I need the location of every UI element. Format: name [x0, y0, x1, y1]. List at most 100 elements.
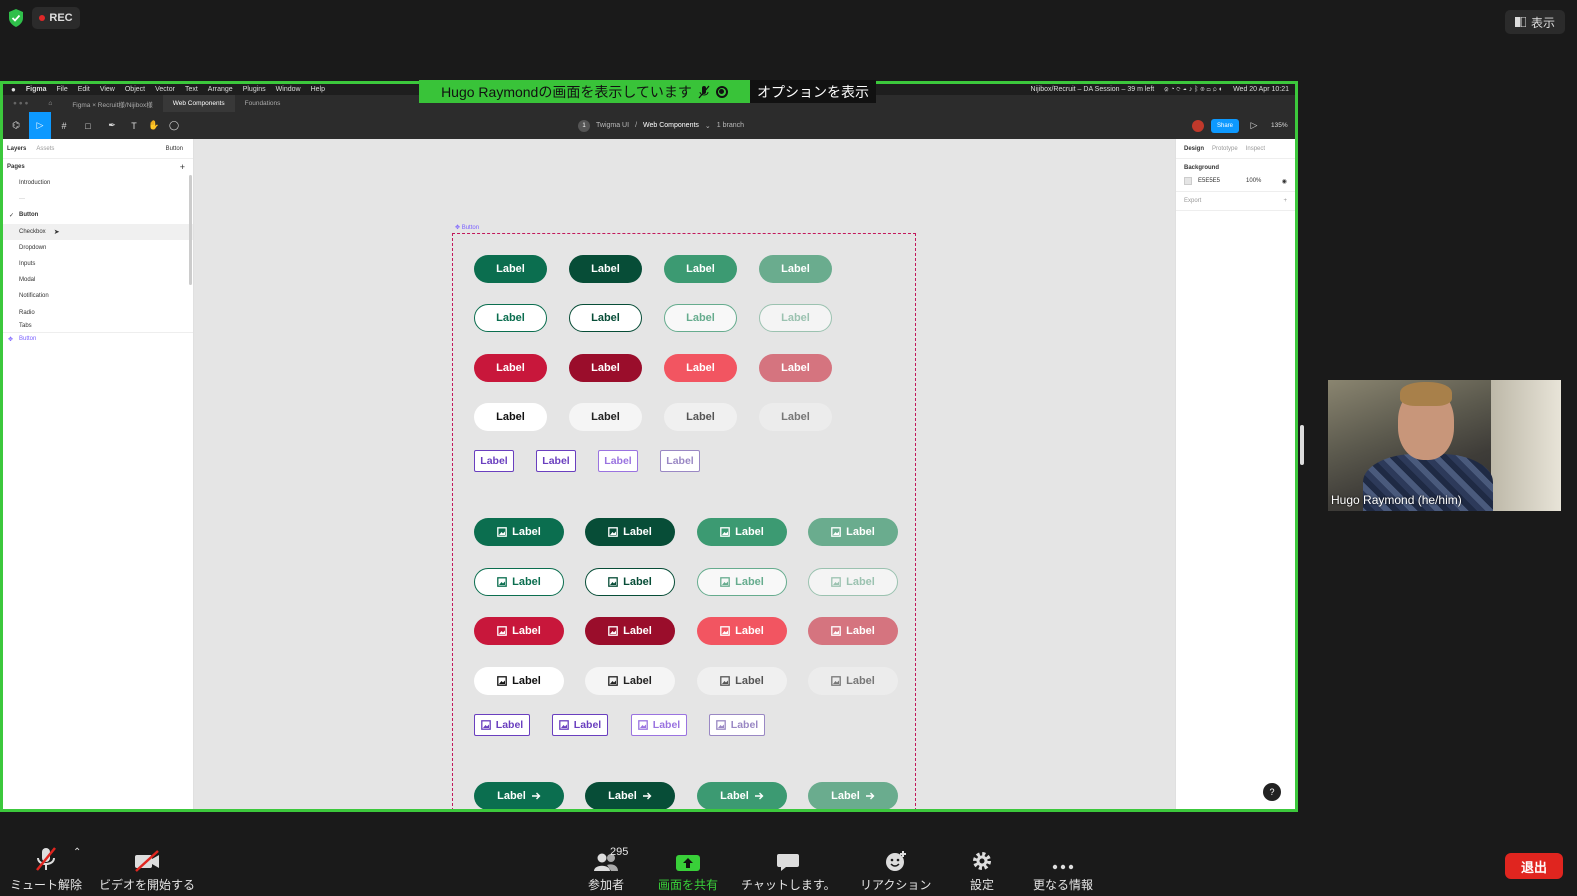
button-outline-green[interactable]: Label [664, 304, 737, 332]
button-solid-green[interactable]: Label [759, 255, 832, 283]
button-icon-solid-green[interactable]: Label [585, 518, 675, 546]
button-arrow-solid-green[interactable]: Label [474, 782, 564, 809]
button-arrow-solid-green[interactable]: Label [808, 782, 898, 809]
tab-assets[interactable]: Assets [36, 146, 54, 152]
menu-edit[interactable]: Edit [78, 86, 90, 93]
tab-prototype[interactable]: Prototype [1212, 146, 1238, 152]
menu-object[interactable]: Object [125, 86, 145, 93]
page-dropdown[interactable]: Dropdown [3, 240, 193, 256]
menu-plugins[interactable]: Plugins [243, 86, 266, 93]
button-icon-solid-green[interactable]: Label [808, 518, 898, 546]
more-button[interactable]: 更なる情報 [1033, 846, 1093, 893]
help-button[interactable]: ? [1263, 783, 1281, 801]
background-swatch[interactable] [1184, 177, 1192, 185]
button-outline-green[interactable]: Label [759, 304, 832, 332]
button-light[interactable]: Label [569, 403, 642, 431]
home-icon[interactable]: ⌂ [38, 95, 62, 112]
participant-video[interactable]: Hugo Raymond (he/him) [1328, 380, 1561, 511]
button-light[interactable]: Label [759, 403, 832, 431]
tab-inspect[interactable]: Inspect [1246, 146, 1265, 152]
button-solid-red[interactable]: Label [759, 354, 832, 382]
button-solid-red[interactable]: Label [664, 354, 737, 382]
audio-options-chevron-icon[interactable]: ⌃ [73, 847, 81, 858]
button-solid-green[interactable]: Label [664, 255, 737, 283]
page-switcher[interactable]: Button [166, 146, 183, 152]
menu-vector[interactable]: Vector [155, 86, 175, 93]
button-icon-text-purple[interactable]: Label [552, 714, 608, 736]
move-tool-icon[interactable]: ▷ [29, 112, 51, 139]
unmute-button[interactable]: ミュート解除 [10, 846, 82, 893]
page-tabs[interactable]: Tabs [3, 321, 193, 332]
file-name[interactable]: Web Components [643, 122, 699, 129]
avatar[interactable] [1192, 120, 1204, 132]
tab-design[interactable]: Design [1184, 146, 1204, 152]
add-page-icon[interactable]: + [180, 162, 185, 172]
button-icon-solid-green[interactable]: Label [474, 518, 564, 546]
button-arrow-solid-green[interactable]: Label [585, 782, 675, 809]
leave-button[interactable]: 退出 [1505, 853, 1563, 879]
button-text-purple[interactable]: Label [536, 450, 576, 472]
button-icon-text-purple[interactable]: Label [474, 714, 530, 736]
clock[interactable]: Wed 20 Apr 10:21 [1233, 86, 1289, 93]
tab-recruit[interactable]: Figma × Recruit様/Nijibox様 [62, 95, 162, 112]
hand-tool-icon[interactable]: ✋ [143, 112, 165, 139]
view-button[interactable]: 表示 [1504, 10, 1565, 34]
menu-file[interactable]: File [56, 86, 67, 93]
participants-button[interactable]: 295 参加者 [588, 846, 628, 893]
button-icon-solid-red[interactable]: Label [697, 617, 787, 645]
share-screen-button[interactable]: 画面を共有 [658, 846, 718, 893]
text-tool-icon[interactable]: T [123, 112, 145, 139]
tab-web-components[interactable]: Web Components [162, 95, 235, 112]
reactions-button[interactable]: リアクション [860, 846, 931, 893]
apple-icon[interactable]: ● [11, 85, 16, 94]
button-text-purple[interactable]: Label [598, 450, 638, 472]
view-options-button[interactable]: オプションを表示 [750, 80, 876, 103]
tab-foundations[interactable]: Foundations [235, 95, 291, 112]
main-menu-icon[interactable]: ⌬ [5, 112, 27, 139]
page-radio[interactable]: Radio [3, 305, 193, 321]
button-solid-red[interactable]: Label [474, 354, 547, 382]
page-checkbox[interactable]: Checkbox ➤ [3, 223, 193, 240]
pages-scrollbar[interactable] [189, 175, 192, 285]
branch-label[interactable]: 1 branch [717, 122, 744, 129]
present-icon[interactable]: ▷ [1243, 112, 1265, 139]
frame-tool-icon[interactable]: # [53, 112, 75, 139]
button-icon-outline-green[interactable]: Label [697, 568, 787, 596]
chevron-down-icon[interactable]: ⌄ [705, 122, 711, 130]
button-icon-light[interactable]: Label [697, 667, 787, 695]
shape-tool-icon[interactable]: □ [77, 112, 99, 139]
pen-tool-icon[interactable]: ✒ [101, 112, 123, 139]
background-opacity[interactable]: 100% [1246, 178, 1261, 184]
page-notification[interactable]: Notification [3, 288, 193, 304]
button-icon-solid-red[interactable]: Label [585, 617, 675, 645]
button-solid-green[interactable]: Label [474, 255, 547, 283]
session-status[interactable]: Nijibox/Recruit – DA Session – 39 m left [1030, 86, 1154, 93]
menu-help[interactable]: Help [311, 86, 325, 93]
button-light[interactable]: Label [474, 403, 547, 431]
settings-button[interactable]: 設定 [970, 846, 994, 893]
tab-layers[interactable]: Layers [7, 146, 26, 152]
button-icon-solid-red[interactable]: Label [808, 617, 898, 645]
button-solid-red[interactable]: Label [569, 354, 642, 382]
button-light[interactable]: Label [664, 403, 737, 431]
button-icon-outline-green[interactable]: Label [585, 568, 675, 596]
menu-arrange[interactable]: Arrange [208, 86, 233, 93]
page-introduction[interactable]: Introduction [3, 175, 193, 191]
eye-icon[interactable]: ◉ [1282, 178, 1287, 185]
button-text-purple[interactable]: Label [474, 450, 514, 472]
comment-tool-icon[interactable]: ◯ [163, 112, 185, 139]
button-icon-outline-green[interactable]: Label [808, 568, 898, 596]
button-icon-text-purple[interactable]: Label [631, 714, 687, 736]
button-solid-green[interactable]: Label [569, 255, 642, 283]
frame-label[interactable]: ✥ Button [455, 224, 479, 231]
add-export-icon[interactable]: + [1283, 198, 1287, 204]
button-arrow-solid-green[interactable]: Label [697, 782, 787, 809]
button-icon-outline-green[interactable]: Label [474, 568, 564, 596]
background-hex[interactable]: E5E5E5 [1198, 178, 1220, 184]
menu-figma[interactable]: Figma [26, 86, 47, 93]
button-outline-green[interactable]: Label [569, 304, 642, 332]
button-icon-light[interactable]: Label [585, 667, 675, 695]
button-icon-light[interactable]: Label [808, 667, 898, 695]
button-icon-light[interactable]: Label [474, 667, 564, 695]
recording-indicator[interactable]: REC [32, 7, 80, 29]
